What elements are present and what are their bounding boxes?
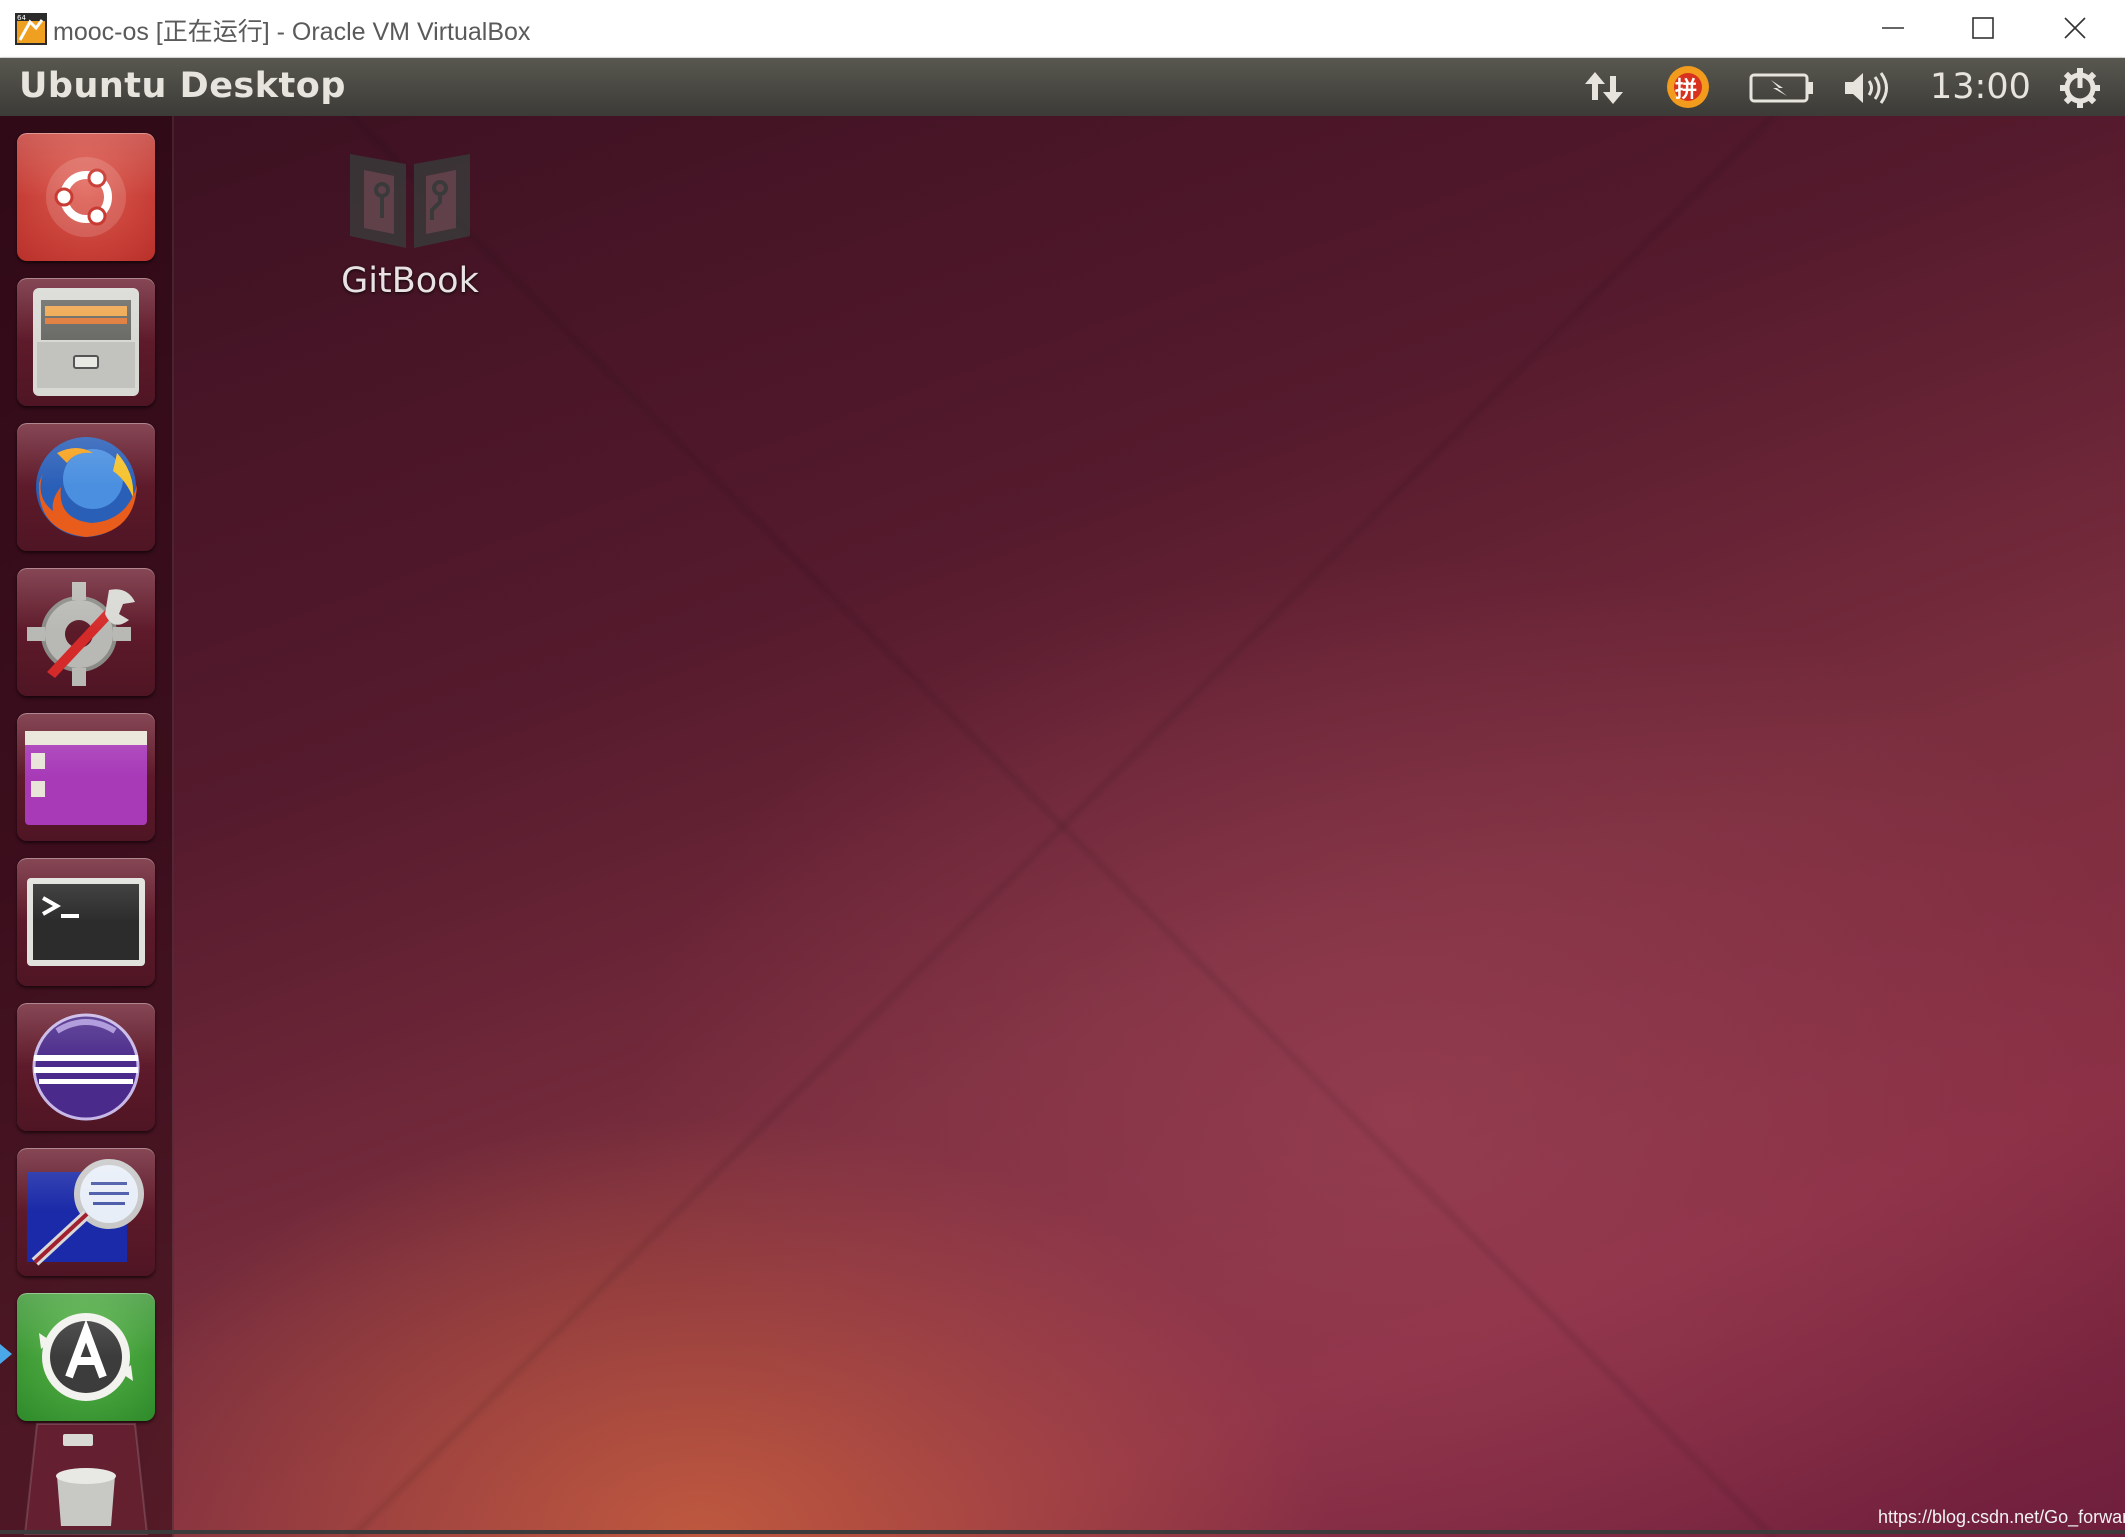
volume-indicator[interactable]	[1838, 58, 1898, 116]
launcher-eclipse[interactable]	[17, 1003, 155, 1131]
desktop-icon-label: GitBook	[341, 261, 479, 301]
eclipse-icon	[32, 1013, 140, 1121]
gear-wrench-icon	[27, 582, 135, 686]
panel-clock[interactable]: 13:00	[1930, 67, 2031, 107]
battery-indicator[interactable]	[1745, 58, 1817, 116]
minimize-icon	[1882, 27, 1904, 29]
magnifier-icon	[27, 1159, 144, 1266]
unity-launcher	[0, 116, 174, 1537]
battery-icon	[1749, 73, 1813, 103]
virtualbox-app-icon: 64	[15, 13, 47, 45]
network-updown-icon	[1585, 72, 1623, 104]
launcher-software-updater[interactable]	[17, 1293, 155, 1421]
minimize-button[interactable]	[1848, 0, 1938, 57]
gitbook-icon	[350, 154, 470, 248]
launcher-terminal[interactable]	[17, 858, 155, 986]
network-indicator[interactable]	[1575, 58, 1635, 116]
desktop-background[interactable]: GitBook	[0, 116, 2125, 1537]
host-window-title: mooc-os [正在运行] - Oracle VM VirtualBox	[53, 18, 531, 46]
volume-icon	[1845, 72, 1888, 104]
virtualbox-window: 64 mooc-os [正在运行] - Oracle VM VirtualBox…	[0, 0, 2125, 1537]
active-launcher-indicator	[0, 1344, 12, 1364]
watermark-text: https://blog.csdn.net/Go_forward_	[1878, 1507, 2125, 1527]
close-icon	[2064, 17, 2086, 39]
terminal-icon	[27, 878, 145, 966]
firefox-icon	[36, 437, 137, 537]
desktop-bottom-edge	[0, 1530, 2125, 1534]
maximize-icon	[1972, 17, 1994, 39]
launcher-trash[interactable]	[17, 1416, 155, 1537]
launcher-document-viewer[interactable]	[17, 1148, 155, 1276]
maximize-button[interactable]	[1938, 0, 2028, 57]
power-gear-icon	[2060, 68, 2100, 108]
launcher-files[interactable]	[17, 278, 155, 406]
launcher-dash-home[interactable]	[17, 133, 155, 261]
launcher-workspace-switcher[interactable]	[17, 713, 155, 841]
launcher-firefox[interactable]	[17, 423, 155, 551]
trash-icon	[23, 1423, 149, 1535]
workspace-icon	[25, 731, 147, 825]
close-button[interactable]	[2030, 0, 2120, 57]
desktop-icon-gitbook[interactable]: GitBook	[320, 146, 500, 326]
input-method-label: 拼	[1675, 78, 1698, 103]
launcher-system-settings[interactable]	[17, 568, 155, 696]
svg-text:64: 64	[17, 14, 26, 22]
session-menu[interactable]	[2052, 58, 2112, 116]
input-method-indicator[interactable]: 拼	[1658, 58, 1718, 116]
software-updater-icon	[39, 1313, 133, 1401]
panel-title: Ubuntu Desktop	[19, 66, 346, 106]
host-title-bar[interactable]: 64 mooc-os [正在运行] - Oracle VM VirtualBox	[0, 0, 2125, 58]
ubuntu-top-panel: Ubuntu Desktop 拼 13:00	[0, 58, 2125, 116]
ubuntu-logo-icon	[46, 157, 126, 237]
file-cabinet-icon	[33, 288, 139, 396]
